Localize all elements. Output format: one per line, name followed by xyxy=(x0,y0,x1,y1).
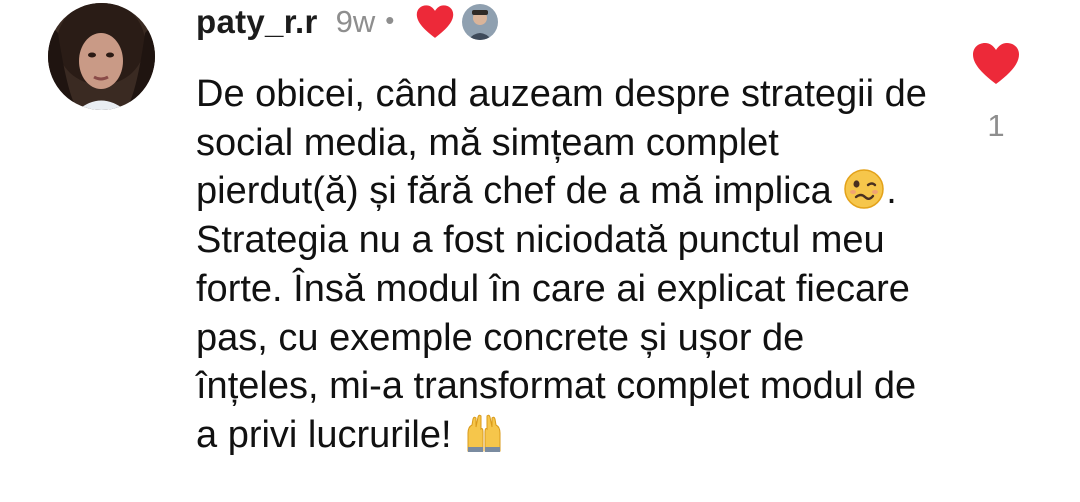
comment-timestamp: 9w xyxy=(335,4,376,39)
comment-text-part-2: . Strategia nu a fost niciodată punctul … xyxy=(196,170,917,456)
creator-liked-heart-icon xyxy=(416,4,454,40)
woozy-face-emoji-icon xyxy=(844,169,885,210)
creator-avatar xyxy=(462,4,499,40)
like-count[interactable]: 1 xyxy=(984,108,1008,144)
comment-text-part-1: De obicei, când auzeam despre strategii … xyxy=(196,73,927,213)
like-heart-button[interactable] xyxy=(972,42,1020,86)
heart-icon xyxy=(973,43,1019,84)
raising-hands-emoji-icon xyxy=(464,413,504,453)
comment-body: De obicei, când auzeam despre strategii … xyxy=(196,70,936,460)
username[interactable]: paty_r.r xyxy=(196,3,318,41)
separator-dot: • xyxy=(385,4,395,35)
comment-header: paty_r.r 9w • xyxy=(196,0,499,44)
comment-avatar[interactable] xyxy=(48,3,155,110)
